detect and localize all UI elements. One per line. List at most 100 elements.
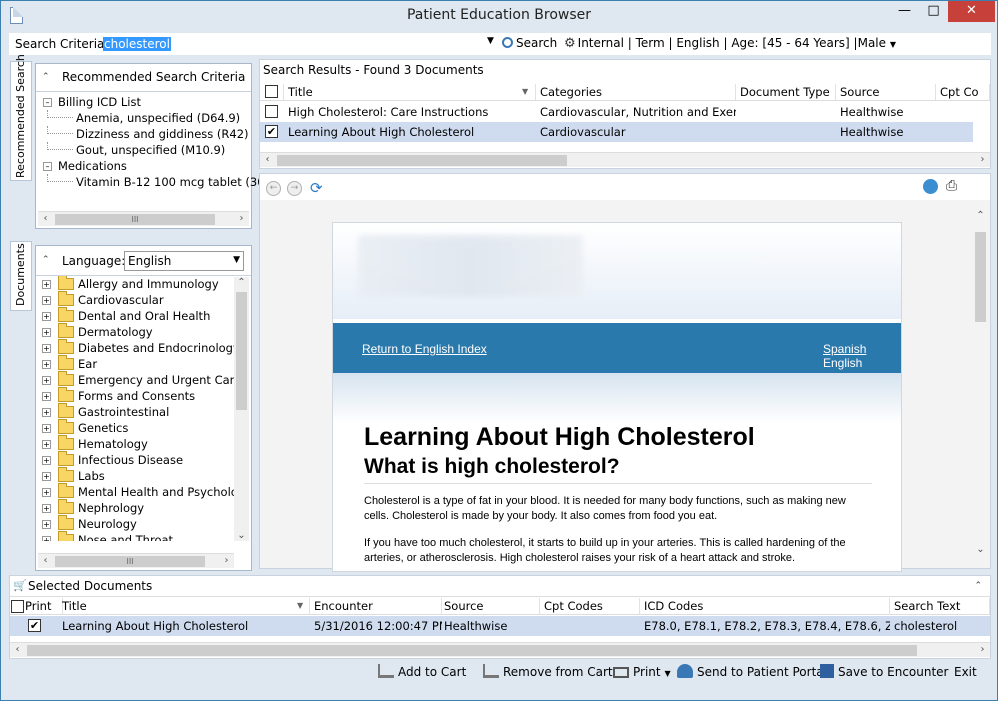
category-item[interactable]: + Mental Health and Psychology bbox=[36, 483, 234, 500]
search-filters-button[interactable]: ⚙ Internal | Term | English | Age: [45 - … bbox=[564, 36, 896, 51]
scroll-up-icon[interactable]: ⌃ bbox=[973, 210, 988, 221]
send-to-portal-button[interactable]: Send to Patient Portal bbox=[677, 663, 827, 681]
category-item[interactable]: + Nephrology bbox=[36, 499, 234, 516]
scroll-thumb[interactable]: III bbox=[55, 556, 205, 567]
col-search-text[interactable]: Search Text bbox=[890, 598, 990, 615]
collapse-icon[interactable]: ⌃ bbox=[42, 255, 50, 265]
category-item[interactable]: + Genetics bbox=[36, 419, 234, 436]
collapse-icon[interactable]: ⌃ bbox=[42, 72, 50, 82]
remove-from-cart-button[interactable]: Remove from Cart bbox=[483, 663, 613, 681]
collapse-node-icon[interactable]: – bbox=[43, 98, 52, 107]
category-item[interactable]: + Infectious Disease bbox=[36, 451, 234, 468]
exit-button[interactable]: Exit bbox=[954, 663, 977, 681]
col-document-type[interactable]: Document Type bbox=[736, 84, 836, 101]
scroll-left-icon[interactable]: ‹ bbox=[260, 153, 275, 167]
expand-node-icon[interactable]: + bbox=[42, 440, 51, 449]
category-item[interactable]: + Hematology bbox=[36, 435, 234, 452]
tree-item[interactable]: Dizziness and giddiness (R42) bbox=[36, 126, 251, 142]
search-button[interactable]: Search bbox=[502, 36, 557, 50]
scroll-left-icon[interactable]: ‹ bbox=[10, 643, 25, 657]
category-hscrollbar[interactable]: ‹ III › bbox=[38, 553, 234, 568]
close-button[interactable]: ✕ bbox=[948, 1, 995, 22]
expand-node-icon[interactable]: + bbox=[42, 408, 51, 417]
globe-icon[interactable] bbox=[923, 179, 938, 194]
expand-node-icon[interactable]: + bbox=[42, 312, 51, 321]
expand-node-icon[interactable]: + bbox=[42, 328, 51, 337]
category-item[interactable]: + Nose and Throat bbox=[36, 531, 234, 541]
scroll-down-icon[interactable]: ⌄ bbox=[973, 544, 988, 555]
tree-item[interactable]: Gout, unspecified (M10.9) bbox=[36, 142, 251, 158]
col-icd-codes[interactable]: ICD Codes bbox=[640, 598, 890, 615]
category-item[interactable]: + Cardiovascular bbox=[36, 291, 234, 308]
category-item[interactable]: + Labs bbox=[36, 467, 234, 484]
document-vscrollbar[interactable]: ⌃ ⌄ bbox=[973, 210, 988, 555]
maximize-button[interactable]: □ bbox=[919, 1, 948, 22]
select-all-checkbox[interactable] bbox=[265, 85, 278, 98]
sort-icon[interactable]: ▼ bbox=[297, 601, 303, 610]
results-hscrollbar[interactable]: ‹ › bbox=[260, 152, 990, 167]
category-item[interactable]: + Ear bbox=[36, 355, 234, 372]
expand-node-icon[interactable]: + bbox=[42, 296, 51, 305]
expand-node-icon[interactable]: + bbox=[42, 488, 51, 497]
expand-node-icon[interactable]: + bbox=[42, 360, 51, 369]
scroll-thumb[interactable] bbox=[975, 232, 986, 322]
scroll-left-icon[interactable]: ‹ bbox=[38, 212, 53, 226]
forward-icon[interactable]: → bbox=[287, 181, 302, 196]
back-icon[interactable]: ← bbox=[266, 181, 281, 196]
col-categories[interactable]: Categories bbox=[536, 84, 736, 101]
collapse-node-icon[interactable]: – bbox=[43, 162, 52, 171]
minimize-button[interactable]: — bbox=[890, 1, 919, 22]
scroll-down-icon[interactable]: ⌄ bbox=[234, 530, 249, 541]
expand-node-icon[interactable]: + bbox=[42, 520, 51, 529]
search-criteria-input[interactable]: cholesterol bbox=[101, 35, 499, 53]
col-source[interactable]: Source bbox=[836, 84, 936, 101]
add-to-cart-button[interactable]: Add to Cart bbox=[378, 663, 466, 681]
refresh-icon[interactable]: ⟳ bbox=[310, 179, 323, 197]
scroll-right-icon[interactable]: › bbox=[975, 643, 990, 657]
scroll-right-icon[interactable]: › bbox=[975, 153, 990, 167]
row-checkbox[interactable]: ✔ bbox=[265, 125, 278, 138]
category-item[interactable]: + Dermatology bbox=[36, 323, 234, 340]
tree-item[interactable]: Anemia, unspecified (D64.9) bbox=[36, 110, 251, 126]
category-item[interactable]: + Emergency and Urgent Care bbox=[36, 371, 234, 388]
scroll-thumb[interactable] bbox=[277, 155, 567, 166]
table-row[interactable]: ✔ Learning About High Cholesterol Cardiova… bbox=[260, 122, 973, 142]
category-item[interactable]: + Forms and Consents bbox=[36, 387, 234, 404]
tab-recommended-search[interactable]: Recommended Search bbox=[10, 54, 32, 181]
spanish-link[interactable]: Spanish bbox=[823, 342, 866, 356]
tree-item[interactable]: – Billing ICD List bbox=[36, 94, 251, 110]
col-cpt[interactable]: Cpt Co bbox=[936, 84, 990, 101]
recommended-hscrollbar[interactable]: ‹ III › bbox=[38, 211, 249, 226]
scroll-thumb[interactable]: III bbox=[55, 214, 215, 225]
expand-node-icon[interactable]: + bbox=[42, 344, 51, 353]
sort-icon[interactable]: ▼ bbox=[522, 87, 528, 96]
col-source[interactable]: Source bbox=[440, 598, 540, 615]
expand-node-icon[interactable]: + bbox=[42, 280, 51, 289]
chevron-down-icon[interactable]: ▼ bbox=[487, 36, 494, 46]
col-print[interactable]: Print bbox=[21, 598, 63, 615]
col-encounter[interactable]: Encounter bbox=[310, 598, 442, 615]
col-cpt-codes[interactable]: Cpt Codes bbox=[540, 598, 640, 615]
expand-node-icon[interactable]: + bbox=[42, 392, 51, 401]
category-vscrollbar[interactable]: ⌃ ⌄ bbox=[234, 277, 249, 541]
print-button[interactable]: Print ▼ bbox=[613, 663, 671, 681]
expand-node-icon[interactable]: + bbox=[42, 424, 51, 433]
row-checkbox[interactable] bbox=[265, 105, 278, 118]
expand-node-icon[interactable]: + bbox=[42, 472, 51, 481]
collapse-icon[interactable]: ⌃ bbox=[974, 581, 982, 591]
print-icon[interactable]: ⎙ bbox=[946, 178, 957, 194]
return-to-index-link[interactable]: Return to English Index bbox=[362, 342, 487, 356]
tree-item[interactable]: – Medications bbox=[36, 158, 251, 174]
col-title[interactable]: Title bbox=[58, 598, 310, 615]
tree-item[interactable]: Vitamin B-12 100 mcg tablet (30959 bbox=[36, 174, 286, 190]
col-title[interactable]: Title bbox=[284, 84, 536, 101]
expand-node-icon[interactable]: + bbox=[42, 504, 51, 513]
scroll-thumb[interactable] bbox=[27, 645, 917, 656]
select-all-header[interactable] bbox=[260, 84, 284, 101]
scroll-up-icon[interactable]: ⌃ bbox=[234, 277, 249, 288]
category-item[interactable]: + Diabetes and Endocrinology bbox=[36, 339, 234, 356]
table-row[interactable]: ✔ Learning About High Cholesterol 5/31/201… bbox=[10, 616, 990, 636]
scroll-right-icon[interactable]: › bbox=[234, 212, 249, 226]
expand-node-icon[interactable]: + bbox=[42, 456, 51, 465]
category-item[interactable]: + Dental and Oral Health bbox=[36, 307, 234, 324]
